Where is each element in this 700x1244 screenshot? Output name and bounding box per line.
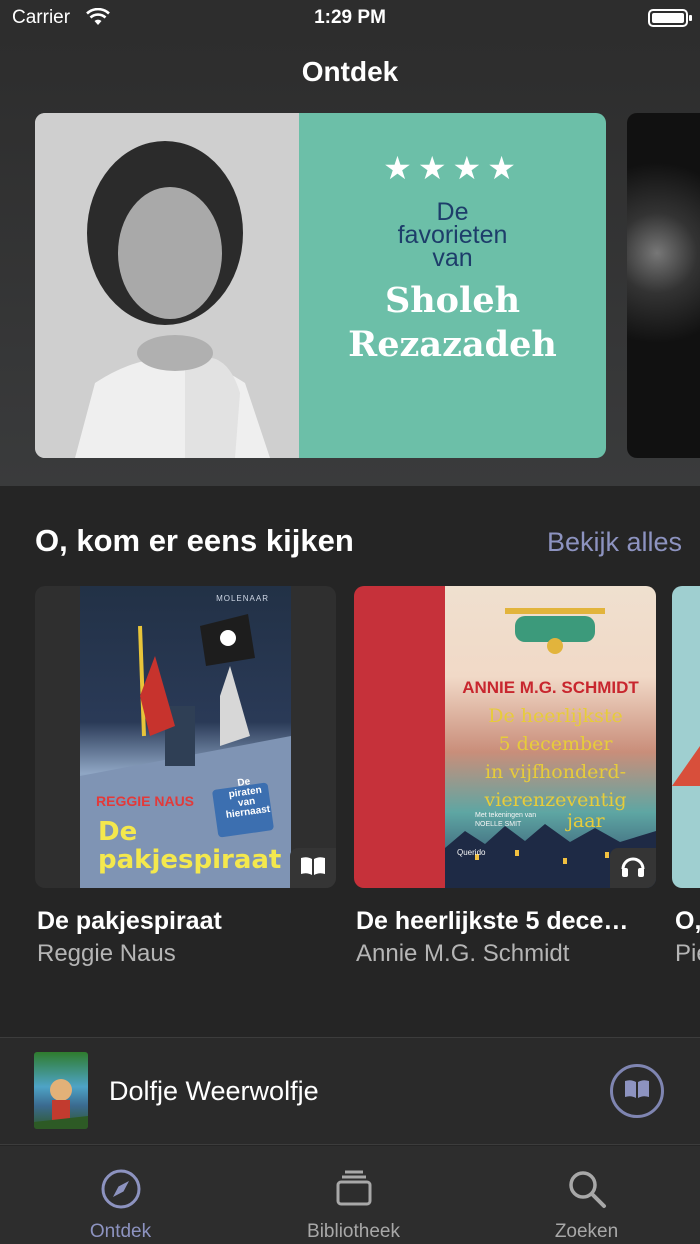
featured-name: Sholeh Rezazadeh <box>348 280 557 365</box>
featured-card[interactable]: ★★★★ De favorieten van Sholeh Rezazadeh <box>35 113 606 458</box>
tab-label: Ontdek <box>89 1221 152 1242</box>
cover-backdrop <box>354 586 445 888</box>
cover-publisher: Querido <box>457 848 486 857</box>
section-title: O, kom er eens kijken <box>35 523 354 558</box>
book-card[interactable]: ANNIE M.G. SCHMIDT De heerlijkste 5 dece… <box>354 586 656 888</box>
status-bar: Carrier 1:29 PM <box>0 0 700 36</box>
cover-title-end: jaar <box>567 810 605 832</box>
tab-ontdek[interactable]: Ontdek <box>4 1146 237 1244</box>
book-cover: MOLENAAR REGGIE NAUS De piraten van hier… <box>80 586 291 888</box>
ebook-badge <box>290 848 336 888</box>
now-reading-title: Dolfje Weerwolfje <box>109 1076 319 1106</box>
headphones-icon <box>620 854 646 883</box>
tab-zoeken[interactable]: Zoeken <box>470 1146 700 1244</box>
discover-header: Ontdek ★★★★ De favorieten van Sholeh Rez… <box>0 36 700 486</box>
book-icon <box>624 1079 650 1104</box>
book-author: Reggie Naus <box>37 940 176 967</box>
book-cover: ANNIE M.G. SCHMIDT De heerlijkste 5 dece… <box>445 586 656 888</box>
battery-icon <box>648 9 692 27</box>
see-all-link[interactable]: Bekijk alles <box>547 527 682 558</box>
featured-pretitle: De favorieten van <box>397 198 508 272</box>
tab-bar: Ontdek Bibliotheek Zoeken <box>0 1146 700 1244</box>
book-title[interactable]: De heerlijkste 5 dece… <box>356 907 656 936</box>
featured-panel: ★★★★ De favorieten van Sholeh Rezazadeh <box>299 113 606 458</box>
tab-label: Bibliotheek <box>307 1221 400 1242</box>
cover-illustrator: Met tekeningen van NOELLE SMIT <box>475 812 537 828</box>
cover-title: De heerlijkste 5 december in vijfhonderd… <box>484 705 627 811</box>
clock: 1:29 PM <box>314 7 386 28</box>
book-icon <box>300 856 326 881</box>
tab-bibliotheek[interactable]: Bibliotheek <box>237 1146 470 1244</box>
page-title: Ontdek <box>301 56 399 87</box>
cover-sign: De piraten van hiernaast <box>225 776 271 821</box>
cover-title: De pakjespiraat <box>98 817 282 875</box>
search-icon <box>566 1168 608 1215</box>
book-card[interactable]: MOLENAAR REGGIE NAUS De piraten van hier… <box>35 586 336 888</box>
cover-author: ANNIE M.G. SCHMIDT <box>462 678 639 697</box>
cover-author: REGGIE NAUS <box>96 793 195 809</box>
tab-label: Zoeken <box>554 1221 619 1242</box>
now-reading-bar[interactable]: Dolfje Weerwolfje <box>0 1037 700 1145</box>
library-stack-icon <box>334 1168 374 1213</box>
now-reading-cover <box>34 1052 88 1129</box>
book-card[interactable] <box>672 586 700 888</box>
book-author: Pie <box>675 940 700 967</box>
rating-stars: ★★★★ <box>383 150 522 186</box>
next-featured-card[interactable] <box>627 113 700 458</box>
book-title[interactable]: De pakjespiraat <box>37 907 222 936</box>
book-author: Annie M.G. Schmidt <box>356 940 570 967</box>
book-title[interactable]: O, <box>675 907 700 936</box>
author-portrait <box>35 113 299 458</box>
open-book-button[interactable] <box>610 1064 664 1118</box>
compass-icon <box>100 1168 142 1215</box>
audiobook-badge <box>610 848 656 888</box>
cover-publisher: MOLENAAR <box>216 594 269 603</box>
